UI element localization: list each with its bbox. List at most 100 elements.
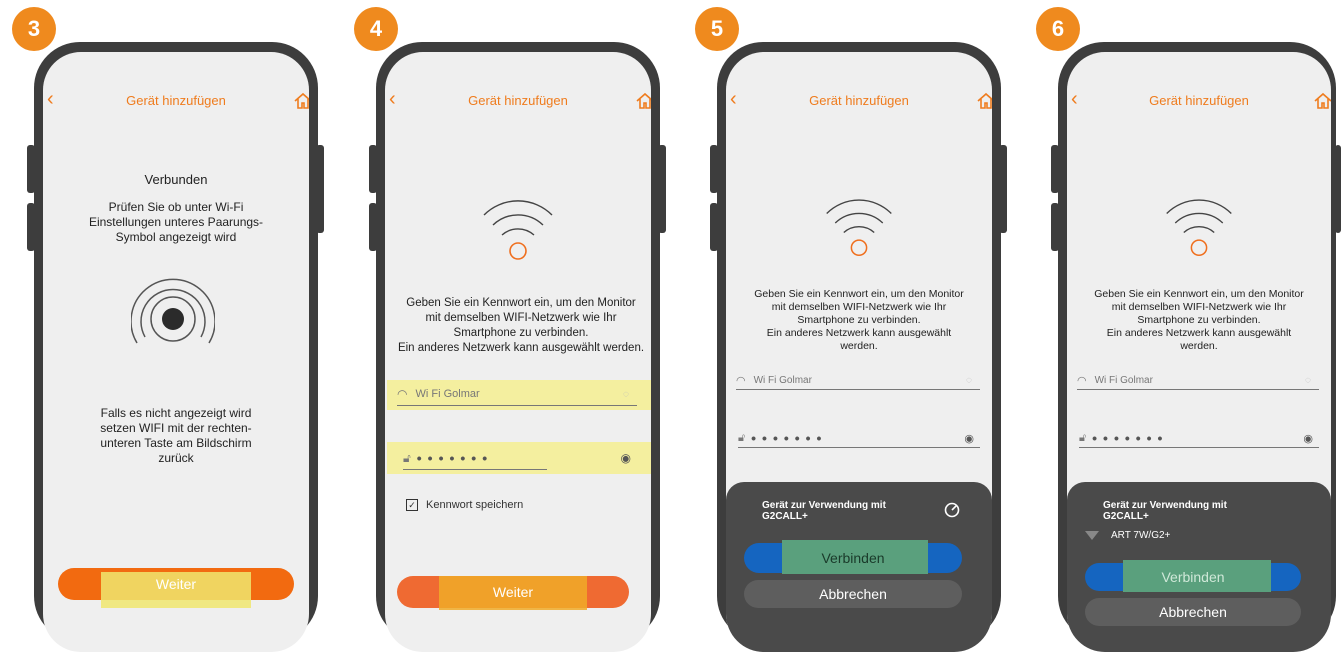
wifi-name-value: Wi Fi Golmar	[415, 388, 480, 400]
step-6: 6 ‹ Gerät hinzufügen Geben Sie ein Kennw…	[1024, 0, 1341, 652]
text-line: mit demselben WIFI-Netzwerk wie Ihr	[425, 312, 617, 324]
text-line: Geben Sie ein Kennwort ein, um den Monit…	[1094, 288, 1304, 300]
text-line: mit demselben WIFI-Netzwerk wie Ihr	[771, 301, 947, 313]
page-title: Gerät hinzufügen	[126, 93, 226, 108]
text-line: Ein anderes Netzwerk kann ausgewählt	[1106, 327, 1292, 339]
device-list-item[interactable]: ART 7W/G2+	[1085, 530, 1170, 541]
text-line: Gerät zur Verwendung mit	[762, 500, 886, 511]
lock-icon: 🔓︎	[403, 450, 411, 465]
next-button-label: Weiter	[492, 584, 534, 600]
text-line: Falls es nicht angezeigt wird	[100, 406, 252, 420]
password-field[interactable]: 🔓︎ ••••••• ◉	[403, 446, 637, 470]
phone-screen: ‹ Gerät hinzufügen Geben Sie ein Kennwor…	[726, 52, 992, 652]
text-line: Symbol angezeigt wird	[115, 230, 237, 244]
instruction-text: Prüfen Sie ob unter Wi-Fi Einstellungen …	[49, 200, 303, 245]
status-text: Verbunden	[144, 172, 208, 187]
eye-icon[interactable]: ◉	[621, 451, 631, 465]
page-title: Gerät hinzufügen	[809, 93, 909, 108]
nav-bar: ‹ Gerät hinzufügen	[726, 89, 992, 115]
wifi-name-value: Wi Fi Golmar	[753, 374, 812, 386]
step-4: 4 ‹ Gerät hinzufügen Geben Sie ein Kennw…	[342, 0, 682, 652]
wifi-icon: ◠	[1077, 374, 1087, 387]
wifi-icon	[483, 200, 553, 260]
device-name: ART 7W/G2+	[1111, 530, 1171, 541]
text-line: Smartphone zu verbinden.	[797, 314, 921, 326]
wifi-icon: ◠	[736, 374, 746, 387]
text-line: G2CALL+	[1103, 511, 1149, 522]
home-icon[interactable]	[1313, 92, 1331, 110]
spinner-icon: ◌	[966, 374, 972, 386]
password-field[interactable]: 🔓︎ ••••••• ◉	[738, 428, 980, 448]
connect-button-label: Verbinden	[821, 550, 885, 566]
password-prompt: Geben Sie ein Kennwort ein, um den Monit…	[1073, 288, 1325, 353]
checkbox-icon[interactable]: ✓	[406, 499, 418, 511]
text-line: Prüfen Sie ob unter Wi-Fi	[108, 200, 244, 214]
spinner-icon: ◌	[623, 388, 629, 400]
pairing-icon	[131, 278, 215, 344]
step-3: 3 ‹ Gerät hinzufügen Verbunden Prüfen Si…	[0, 0, 340, 652]
wifi-field[interactable]: ◠ Wi Fi Golmar ◌	[736, 370, 980, 390]
save-password-label: Kennwort speichern	[426, 499, 524, 511]
wifi-icon	[826, 199, 892, 257]
password-value: •••••••	[416, 450, 494, 466]
wifi-field[interactable]: ◠ Wi Fi Golmar ◌	[1077, 370, 1319, 390]
home-icon[interactable]	[635, 92, 651, 110]
password-prompt: Geben Sie ein Kennwort ein, um den Monit…	[732, 288, 986, 353]
sheet-title: Gerät zur Verwendung mit G2CALL+	[762, 500, 886, 522]
wifi-icon: ◠	[397, 387, 408, 401]
step-number-badge: 6	[1036, 7, 1080, 51]
nav-bar: ‹ Gerät hinzufügen	[43, 89, 309, 115]
device-sheet: Gerät zur Verwendung mit G2CALL+ ART 7W/…	[1067, 482, 1331, 652]
text-line: mit demselben WIFI-Netzwerk wie Ihr	[1111, 301, 1287, 313]
spinner-icon: ◌	[1305, 374, 1311, 386]
password-value: •••••••	[1092, 430, 1169, 446]
step-number-badge: 3	[12, 7, 56, 51]
eye-icon[interactable]: ◉	[1303, 432, 1313, 445]
text-line: Ein anderes Netzwerk kann ausgewählt wer…	[397, 342, 645, 354]
text-line: werden.	[840, 340, 878, 352]
nav-bar: ‹ Gerät hinzufügen	[1067, 89, 1331, 115]
step-number-badge: 4	[354, 7, 398, 51]
phone-screen: ‹ Gerät hinzufügen Geben Sie ein Kennwor…	[385, 52, 651, 652]
lock-icon: 🔓︎	[1079, 431, 1087, 444]
page-title: Gerät hinzufügen	[1149, 93, 1249, 108]
eye-icon[interactable]: ◉	[964, 432, 974, 445]
password-field[interactable]: 🔓︎ ••••••• ◉	[1079, 428, 1319, 448]
phone-frame: ‹ Gerät hinzufügen Geben Sie ein Kennwor…	[1058, 42, 1336, 652]
fallback-text: Falls es nicht angezeigt wird setzen WIF…	[49, 406, 303, 466]
nav-bar: ‹ Gerät hinzufügen	[385, 89, 651, 115]
phone-frame: ‹ Gerät hinzufügen Geben Sie ein Kennwor…	[376, 42, 660, 652]
connect-button-label: Verbinden	[1161, 569, 1225, 585]
wifi-name-value: Wi Fi Golmar	[1094, 374, 1153, 386]
sheet-title: Gerät zur Verwendung mit G2CALL+	[1103, 500, 1227, 522]
home-icon[interactable]	[976, 92, 992, 110]
device-sheet: Gerät zur Verwendung mit G2CALL+ Verbind…	[726, 482, 992, 652]
page-title: Gerät hinzufügen	[468, 93, 568, 108]
home-icon[interactable]	[293, 92, 309, 110]
phone-screen: ‹ Gerät hinzufügen Geben Sie ein Kennwor…	[1067, 52, 1331, 652]
text-line: zurück	[158, 451, 194, 465]
wifi-field[interactable]: ◠ Wi Fi Golmar ◌	[397, 382, 637, 406]
text-line: setzen WIFI mit der rechten-	[100, 421, 252, 435]
text-line: Ein anderes Netzwerk kann ausgewählt	[766, 327, 952, 339]
lock-icon: 🔓︎	[738, 431, 746, 444]
spinner-icon	[944, 502, 960, 518]
text-line: Einstellungen unteres Paarungs-	[88, 215, 264, 229]
phone-frame: ‹ Gerät hinzufügen Verbunden Prüfen Sie …	[34, 42, 318, 652]
text-line: Gerät zur Verwendung mit	[1103, 500, 1227, 511]
text-line: Geben Sie ein Kennwort ein, um den Monit…	[406, 297, 636, 309]
cancel-button[interactable]: Abbrechen	[1085, 598, 1301, 626]
wifi-icon	[1166, 199, 1232, 257]
cancel-button[interactable]: Abbrechen	[744, 580, 962, 608]
step-number-badge: 5	[695, 7, 739, 51]
text-line: werden.	[1180, 340, 1218, 352]
signal-icon	[1085, 531, 1099, 540]
next-button-label: Weiter	[155, 576, 197, 592]
password-prompt: Geben Sie ein Kennwort ein, um den Monit…	[385, 296, 651, 356]
text-line: Geben Sie ein Kennwort ein, um den Monit…	[754, 288, 964, 300]
save-password-row[interactable]: ✓ Kennwort speichern	[406, 499, 523, 511]
step-5: 5 ‹ Gerät hinzufügen Geben Sie ein Kennw…	[683, 0, 1023, 652]
text-line: Smartphone zu verbinden.	[1137, 314, 1261, 326]
text-line: unteren Taste am Bildschirm	[100, 436, 252, 450]
phone-screen: ‹ Gerät hinzufügen Verbunden Prüfen Sie …	[43, 52, 309, 652]
